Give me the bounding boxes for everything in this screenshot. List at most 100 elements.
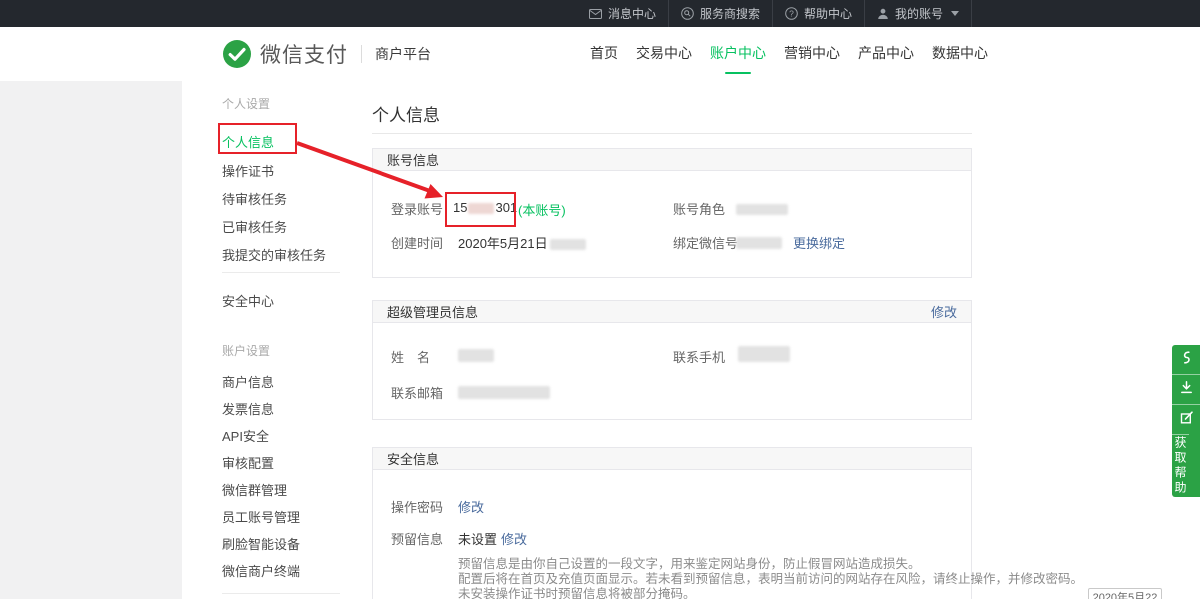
wechat-pay-logo-icon — [222, 39, 252, 69]
name-label: 姓 名 — [391, 347, 430, 366]
reserved-info-value: 未设置 — [458, 529, 497, 548]
panel-title: 超级管理员信息 — [387, 302, 478, 321]
brand[interactable]: 微信支付 商户平台 — [222, 27, 431, 81]
note-line: 配置后将在首页及充值页面显示。若未看到预留信息，表明当前访问的网站存在风险，请终… — [458, 572, 1083, 587]
panel-title: 账号信息 — [387, 150, 439, 169]
svg-text:?: ? — [789, 8, 794, 18]
contact-phone-label: 联系手机 — [673, 347, 725, 366]
service-icon — [1179, 350, 1194, 370]
contact-phone-value — [738, 345, 790, 362]
sidebar-item-api-security[interactable]: API安全 — [222, 426, 269, 445]
redacted-block — [736, 204, 788, 215]
portal-name: 商户平台 — [375, 44, 431, 64]
nav-data-center[interactable]: 数据中心 — [932, 27, 988, 81]
topbar-item-label: 消息中心 — [608, 5, 656, 22]
sidebar-item-security-center[interactable]: 安全中心 — [222, 291, 274, 310]
sidebar-item-staff-account-management[interactable]: 员工账号管理 — [222, 507, 300, 526]
main-content: 个人信息 账号信息 登录账号 15301 (本账号) 账号角色 创建时间 202… — [345, 81, 1200, 599]
search-icon — [681, 7, 694, 20]
sidebar-item-face-smart-device[interactable]: 刷脸智能设备 — [222, 534, 300, 553]
sidebar-item-wechat-merchant-terminal[interactable]: 微信商户终端 — [222, 561, 300, 580]
date-badge: 2020年5月22日 — [1088, 588, 1162, 599]
wechat-pay-merchant-portal: 消息中心 服务商搜索 ? 帮助中心 我的账号 微信支付 — [0, 0, 1200, 599]
super-admin-panel: 超级管理员信息 修改 姓 名 联系手机 联系邮箱 — [372, 300, 972, 420]
main-nav: 首页 交易中心 账户中心 营销中心 产品中心 数据中心 — [590, 27, 988, 81]
sidebar-item-reviewed-tasks[interactable]: 已审核任务 — [222, 217, 287, 236]
name-value — [458, 347, 494, 362]
created-time-value: 2020年5月21日 — [458, 233, 586, 252]
login-account-label: 登录账号 — [391, 199, 443, 218]
brand-separator — [361, 45, 362, 63]
sidebar-item-pending-review-tasks[interactable]: 待审核任务 — [222, 189, 287, 208]
sidebar-divider — [222, 272, 340, 273]
current-account-tag: (本账号) — [518, 200, 566, 219]
sidebar: 个人设置 个人信息 操作证书 待审核任务 已审核任务 我提交的审核任务 安全中心… — [182, 81, 345, 599]
page-title: 个人信息 — [372, 101, 440, 126]
operation-password-label: 操作密码 — [391, 497, 443, 516]
sidebar-item-wechat-group-management[interactable]: 微信群管理 — [222, 480, 287, 499]
sidebar-divider — [222, 593, 340, 594]
nav-product-center[interactable]: 产品中心 — [858, 27, 914, 81]
created-time-label: 创建时间 — [391, 233, 443, 252]
sidebar-section-personal-settings: 个人设置 — [222, 95, 270, 112]
nav-home[interactable]: 首页 — [590, 27, 618, 81]
topbar-item-service-provider-search[interactable]: 服务商搜索 — [669, 0, 773, 27]
service-button[interactable] — [1172, 345, 1200, 374]
sidebar-item-personal-info[interactable]: 个人信息 — [222, 132, 274, 151]
change-binding-link[interactable]: 更换绑定 — [793, 233, 845, 252]
get-help-button[interactable]: 获取帮助 — [1172, 434, 1189, 497]
brand-name: 微信支付 — [260, 39, 348, 69]
account-info-panel-header: 账号信息 — [373, 149, 971, 171]
bound-wechat-value — [736, 234, 782, 249]
sidebar-item-operation-certificate[interactable]: 操作证书 — [222, 161, 274, 180]
sidebar-item-review-config[interactable]: 审核配置 — [222, 453, 274, 472]
redacted-block — [458, 386, 550, 399]
super-admin-panel-header: 超级管理员信息 修改 — [373, 301, 971, 323]
edit-reserved-info-link[interactable]: 修改 — [501, 529, 527, 548]
download-button[interactable] — [1172, 374, 1200, 404]
feedback-button[interactable] — [1172, 404, 1200, 434]
sidebar-item-invoice-info[interactable]: 发票信息 — [222, 399, 274, 418]
user-icon — [877, 8, 889, 20]
mail-icon — [589, 9, 602, 19]
contact-email-label: 联系邮箱 — [391, 383, 443, 402]
help-icon: ? — [785, 7, 798, 20]
note-line: 预留信息是由你自己设置的一段文字，用来鉴定网站身份，防止假冒网站造成损失。 — [458, 557, 1083, 572]
security-info-panel-header: 安全信息 — [373, 448, 971, 470]
login-account-value: 15301 — [453, 200, 517, 215]
sidebar-item-merchant-info[interactable]: 商户信息 — [222, 372, 274, 391]
nav-account-center[interactable]: 账户中心 — [710, 27, 766, 81]
chevron-down-icon — [951, 11, 959, 16]
redacted-block — [550, 239, 586, 250]
floating-help-widget: 获取帮助 — [1172, 345, 1200, 497]
note-line: 未安装操作证书时预留信息将被部分掩码。 — [458, 587, 1083, 599]
topbar-item-label: 帮助中心 — [804, 5, 852, 22]
topbar-item-my-account[interactable]: 我的账号 — [865, 0, 972, 27]
security-info-panel: 安全信息 操作密码 修改 预留信息 未设置 修改 预留信息是由你自己设置的一段文… — [372, 447, 972, 599]
reserved-info-label: 预留信息 — [391, 529, 443, 548]
redacted-block — [468, 203, 494, 214]
account-info-panel: 账号信息 登录账号 15301 (本账号) 账号角色 创建时间 2020年5月2… — [372, 148, 972, 278]
left-gutter — [0, 81, 182, 599]
header: 微信支付 商户平台 首页 交易中心 账户中心 营销中心 产品中心 数据中心 — [0, 27, 1200, 82]
panel-title: 安全信息 — [387, 449, 439, 468]
sidebar-section-account-settings: 账户设置 — [222, 342, 270, 359]
contact-email-value — [458, 384, 550, 399]
account-role-label: 账号角色 — [673, 199, 725, 218]
edit-admin-link[interactable]: 修改 — [931, 302, 957, 321]
bound-wechat-label: 绑定微信号 — [673, 233, 738, 252]
edit-password-link[interactable]: 修改 — [458, 497, 484, 516]
reserved-info-notes: 预留信息是由你自己设置的一段文字，用来鉴定网站身份，防止假冒网站造成损失。 配置… — [458, 557, 1083, 599]
account-role-value — [736, 201, 788, 216]
topbar-item-label: 服务商搜索 — [700, 5, 760, 22]
nav-marketing-center[interactable]: 营销中心 — [784, 27, 840, 81]
download-icon — [1179, 380, 1194, 400]
topbar-item-help-center[interactable]: ? 帮助中心 — [773, 0, 865, 27]
nav-transaction-center[interactable]: 交易中心 — [636, 27, 692, 81]
topbar-item-label: 我的账号 — [895, 5, 943, 22]
feedback-icon — [1179, 410, 1194, 430]
redacted-block — [738, 346, 790, 362]
redacted-block — [458, 349, 494, 362]
sidebar-item-my-submitted-tasks[interactable]: 我提交的审核任务 — [222, 245, 326, 264]
topbar-item-message-center[interactable]: 消息中心 — [577, 0, 669, 27]
